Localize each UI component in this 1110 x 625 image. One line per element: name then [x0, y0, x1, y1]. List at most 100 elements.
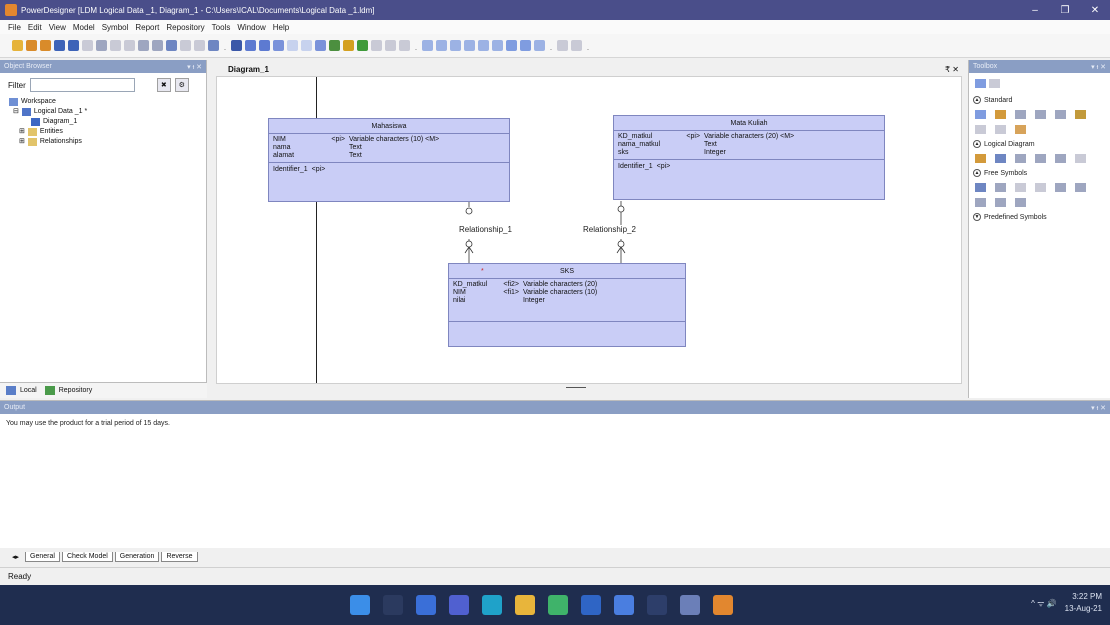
menu-edit[interactable]: Edit: [28, 23, 42, 32]
print-preview-icon[interactable]: [82, 40, 93, 51]
text-tool-icon[interactable]: [975, 183, 986, 192]
relationship-2-label[interactable]: Relationship_2: [583, 225, 636, 234]
entity-tool-icon[interactable]: [995, 154, 1006, 163]
diagram-tab-controls[interactable]: ₹ ✕: [945, 65, 959, 74]
toolbox-section-predefined-symbols[interactable]: ▼ Predefined Symbols: [969, 210, 1110, 224]
chrome-icon[interactable]: [548, 595, 568, 615]
menu-model[interactable]: Model: [73, 23, 95, 32]
font-icon[interactable]: [357, 40, 368, 51]
align-right-icon[interactable]: [450, 40, 461, 51]
rounded-rectangle-tool-icon[interactable]: [975, 198, 986, 207]
tray-icons[interactable]: ^ ᯤ 🔊: [1031, 598, 1056, 609]
panel-controls[interactable]: ▾ ᵻ ✕: [1091, 404, 1106, 412]
save-all-icon[interactable]: [68, 40, 79, 51]
open-folder-icon[interactable]: [40, 40, 51, 51]
format-icon[interactable]: [371, 40, 382, 51]
arc-tool-icon[interactable]: [1035, 183, 1046, 192]
tab-reverse[interactable]: Reverse: [161, 552, 198, 562]
tree-node-diagram[interactable]: Diagram_1: [9, 117, 206, 127]
tab-diagram-1[interactable]: Diagram_1: [215, 65, 269, 74]
relationship-1-label[interactable]: Relationship_1: [459, 225, 512, 234]
tab-generation[interactable]: Generation: [114, 552, 160, 562]
settings-icon[interactable]: [647, 595, 667, 615]
print-report-icon[interactable]: [571, 40, 582, 51]
filter-input[interactable]: [29, 78, 135, 92]
relationship-tool-icon[interactable]: [1015, 154, 1026, 163]
menu-tools[interactable]: Tools: [212, 23, 231, 32]
start-icon[interactable]: [350, 595, 370, 615]
chat-icon[interactable]: [449, 595, 469, 615]
toolbox-section-free-symbols[interactable]: ▲ Free Symbols: [969, 166, 1110, 180]
open-icon[interactable]: [26, 40, 37, 51]
file-tool-icon[interactable]: [1075, 154, 1086, 163]
properties-icon[interactable]: [208, 40, 219, 51]
toolbox-section-logical-diagram[interactable]: ▲ Logical Diagram: [969, 137, 1110, 151]
clock[interactable]: 3:22 PM 13-Aug-21: [1065, 591, 1102, 615]
many-to-many-tool-icon[interactable]: [1035, 154, 1046, 163]
tab-scroll-arrows[interactable]: ◂▸: [12, 553, 19, 561]
redo-icon[interactable]: [180, 40, 191, 51]
undo-icon[interactable]: [166, 40, 177, 51]
impact-icon[interactable]: [343, 40, 354, 51]
menu-file[interactable]: File: [8, 23, 21, 32]
model-icon[interactable]: [231, 40, 242, 51]
refresh-icon[interactable]: [399, 40, 410, 51]
tab-repository[interactable]: Repository: [59, 387, 92, 394]
polygon-tool-icon[interactable]: [1015, 198, 1026, 207]
zoom-out-tool-icon[interactable]: [1035, 110, 1046, 119]
list-view-icon[interactable]: [989, 78, 1000, 88]
filter-options-icon[interactable]: ⚙: [174, 78, 189, 92]
toggle-result-icon[interactable]: [520, 40, 531, 51]
edit-icon[interactable]: [329, 40, 340, 51]
paste-icon[interactable]: [138, 40, 149, 51]
delete-icon[interactable]: [152, 40, 163, 51]
tab-general[interactable]: General: [25, 552, 60, 562]
tree-node-model[interactable]: ⊟ Logical Data _1 *: [9, 107, 206, 117]
toggle-browser-icon[interactable]: [534, 40, 545, 51]
task-view-icon[interactable]: [416, 595, 436, 615]
inheritance-tool-icon[interactable]: [1055, 154, 1066, 163]
find-icon[interactable]: [194, 40, 205, 51]
collapse-icon[interactable]: ⊟: [13, 107, 19, 117]
delete-tool-icon[interactable]: [975, 125, 986, 134]
toggle-output-icon[interactable]: [506, 40, 517, 51]
menu-help[interactable]: Help: [273, 23, 289, 32]
entity-sks[interactable]: * SKS KD_matkul <fi2> Variable characters …: [448, 263, 686, 347]
word-icon[interactable]: [581, 595, 601, 615]
menu-report[interactable]: Report: [135, 23, 159, 32]
zoom-icon[interactable]: [385, 40, 396, 51]
align-bottom-icon[interactable]: [478, 40, 489, 51]
maximize-button[interactable]: ❐: [1050, 0, 1080, 20]
align-top-icon[interactable]: [464, 40, 475, 51]
entity-mahasiswa[interactable]: Mahasiswa NIM <pi> Variable characters (10…: [268, 118, 510, 202]
tab-local[interactable]: Local: [20, 387, 37, 394]
ellipse-tool-icon[interactable]: [1075, 183, 1086, 192]
file-explorer-icon[interactable]: [515, 595, 535, 615]
note-tool-icon[interactable]: [1015, 125, 1026, 134]
align-left-icon[interactable]: [422, 40, 433, 51]
panel-controls[interactable]: ▾ ᵻ ✕: [187, 63, 202, 71]
panel-controls[interactable]: ▾ ᵻ ✕: [1091, 63, 1106, 71]
check-model-icon[interactable]: [287, 40, 298, 51]
search-icon[interactable]: [383, 595, 403, 615]
list-icon[interactable]: [301, 40, 312, 51]
open-package-tool-icon[interactable]: [1055, 110, 1066, 119]
tab-check-model[interactable]: Check Model: [61, 552, 113, 562]
menu-repository[interactable]: Repository: [166, 23, 204, 32]
new-icon[interactable]: [12, 40, 23, 51]
app-icon[interactable]: [680, 595, 700, 615]
align-center-icon[interactable]: [436, 40, 447, 51]
line-tool-icon[interactable]: [1015, 183, 1026, 192]
zoom-in-tool-icon[interactable]: [1015, 110, 1026, 119]
grabber-tool-icon[interactable]: [995, 110, 1006, 119]
toolbox-section-standard[interactable]: ▲ Standard: [969, 93, 1110, 107]
entity-mata-kuliah[interactable]: Mata Kuliah KD_matkul <pi> Variable charac…: [613, 115, 885, 200]
powerdesigner-taskbar-icon[interactable]: [713, 595, 733, 615]
visio-icon[interactable]: [614, 595, 634, 615]
print-icon[interactable]: [96, 40, 107, 51]
save-icon[interactable]: [54, 40, 65, 51]
package-icon[interactable]: [245, 40, 256, 51]
copy-icon[interactable]: [124, 40, 135, 51]
link-tool-icon[interactable]: [995, 125, 1006, 134]
polyline-tool-icon[interactable]: [995, 198, 1006, 207]
